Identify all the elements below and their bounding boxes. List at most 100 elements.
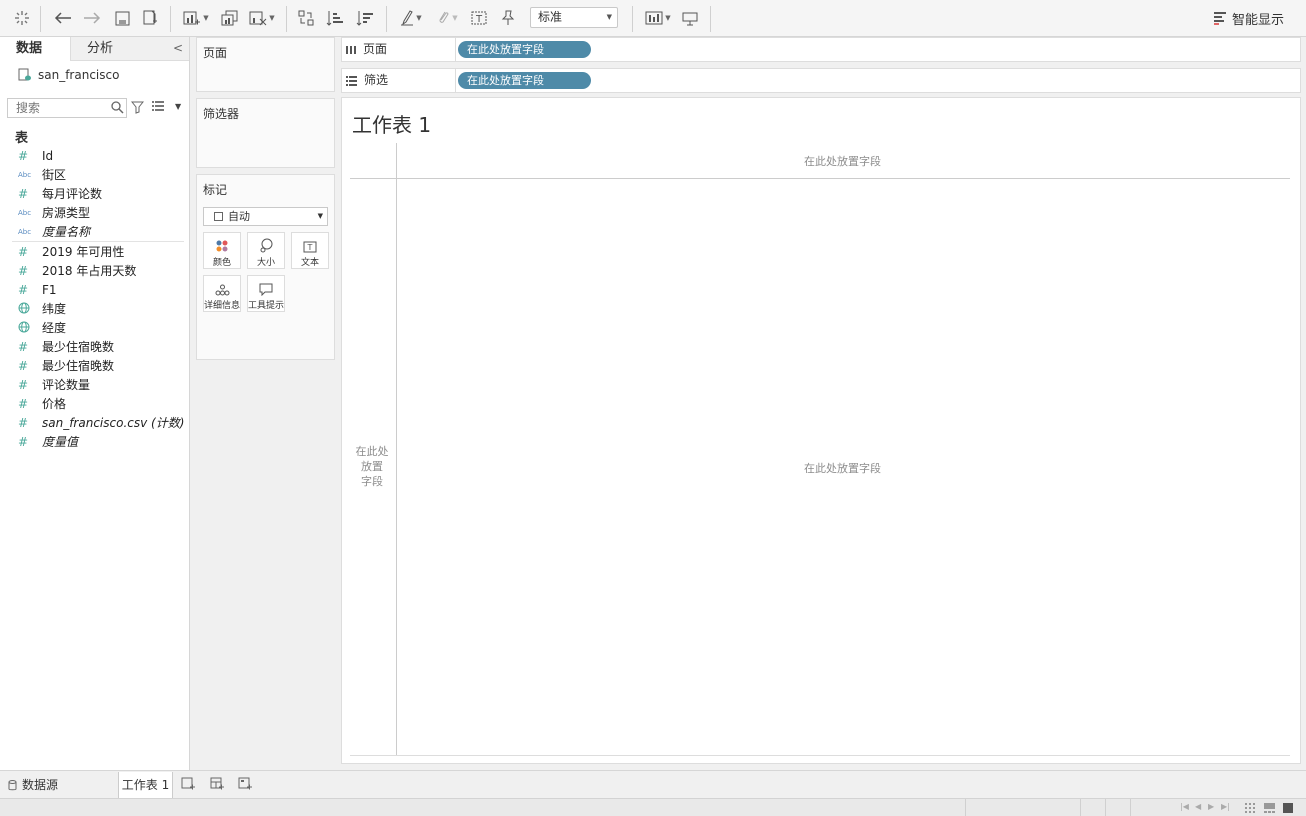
fix-axes-icon[interactable]: T: [468, 6, 490, 30]
field-item[interactable]: # 价格: [0, 394, 190, 413]
mark-type-value: 自动: [228, 210, 250, 223]
rows-drop-pill[interactable]: 在此处放置字段: [458, 72, 591, 89]
cards-column: 页面 筛选器 标记 自动 ▼ 颜色 大小 T 文本 详细信息 工具提示: [190, 37, 340, 770]
field-item[interactable]: Abc 房源类型: [0, 203, 190, 222]
new-dashboard-icon[interactable]: [210, 776, 225, 791]
add-datasource-icon[interactable]: [140, 6, 160, 30]
field-item[interactable]: 纬度: [0, 299, 190, 318]
field-item[interactable]: # Id: [0, 146, 190, 165]
sheet-title[interactable]: 工作表 1: [352, 109, 431, 138]
tooltip-button[interactable]: 工具提示: [247, 275, 285, 312]
field-item[interactable]: # san_francisco.csv (计数): [0, 413, 190, 432]
columns-drop-pill[interactable]: 在此处放置字段: [458, 41, 591, 58]
datasource-item[interactable]: san_francisco: [0, 61, 189, 89]
save-icon[interactable]: [112, 6, 132, 30]
field-label: 最少住宿晚数: [42, 340, 115, 354]
tab-sheet-1[interactable]: 工作表 1: [118, 772, 173, 798]
filters-card[interactable]: 筛选器: [196, 98, 335, 168]
number-type-icon: #: [18, 186, 29, 201]
marks-card: 标记 自动 ▼ 颜色 大小 T 文本 详细信息 工具提示: [196, 174, 335, 360]
datasource-icon: [18, 68, 31, 81]
new-worksheet-icon[interactable]: ▼: [180, 6, 212, 30]
next-sheet-icon[interactable]: ▶: [1208, 802, 1214, 811]
clear-sheet-icon[interactable]: ▼: [246, 6, 278, 30]
globe-icon: [18, 321, 42, 335]
sort-ascending-icon[interactable]: [324, 6, 346, 30]
tab-datasource[interactable]: 数据源: [0, 772, 118, 798]
columns-shelf-label: 页面: [363, 42, 388, 56]
number-type-icon: #: [18, 263, 29, 278]
field-item[interactable]: 经度: [0, 318, 190, 337]
search-icon[interactable]: [111, 101, 124, 114]
status-bar: |◀ ◀ ▶ ▶|: [0, 798, 1306, 816]
field-label: 2018 年占用天数: [42, 264, 137, 278]
size-button[interactable]: 大小: [247, 232, 285, 269]
size-label: 大小: [256, 258, 275, 268]
swap-icon[interactable]: [296, 6, 316, 30]
field-label: 最少住宿晚数: [42, 359, 115, 373]
chevron-down-icon: ▼: [317, 212, 323, 220]
fit-dropdown[interactable]: 标准 ▼: [530, 7, 618, 28]
first-sheet-icon[interactable]: |◀: [1180, 802, 1189, 811]
field-item[interactable]: Abc 度量名称: [0, 222, 190, 241]
annotate-icon[interactable]: ▼: [432, 6, 462, 30]
filter-icon[interactable]: [131, 101, 144, 114]
field-item[interactable]: # 评论数量: [0, 375, 190, 394]
field-item[interactable]: #2018 年占用天数: [0, 261, 190, 280]
field-label: Id: [42, 148, 54, 163]
last-sheet-icon[interactable]: ▶|: [1221, 802, 1230, 811]
prev-sheet-icon[interactable]: ◀: [1195, 802, 1201, 811]
sheet-sorter-icon[interactable]: [1245, 803, 1255, 813]
toolbar: ▼ ▼ ▼ ▼ T 标准 ▼ ▼ 智能显示: [0, 0, 1306, 37]
card-view-icon[interactable]: ▼: [642, 6, 674, 30]
detail-button[interactable]: 详细信息: [203, 275, 241, 312]
field-item[interactable]: Abc 街区: [0, 165, 190, 184]
filmstrip-icon[interactable]: [1264, 803, 1275, 813]
highlight-icon[interactable]: ▼: [396, 6, 426, 30]
new-worksheet-icon[interactable]: [181, 776, 196, 791]
field-item[interactable]: # F1: [0, 280, 190, 299]
tab-data[interactable]: 数据: [0, 37, 71, 61]
number-type-icon: #: [18, 396, 29, 411]
view-drop-zone[interactable]: 在此处放置字段: [804, 460, 881, 476]
color-button[interactable]: 颜色: [203, 232, 241, 269]
field-label: 经度: [42, 321, 67, 335]
search-input[interactable]: [7, 98, 127, 118]
pages-card[interactable]: 页面: [196, 37, 335, 92]
marks-card-title: 标记: [203, 183, 228, 197]
columns-shelf[interactable]: 页面 在此处放置字段: [341, 37, 1301, 62]
field-item[interactable]: # 每月评论数: [0, 184, 190, 203]
collapse-pane-icon[interactable]: <: [173, 41, 183, 55]
field-label: san_francisco.csv (计数): [42, 416, 185, 430]
tableau-logo-icon[interactable]: [12, 6, 32, 30]
number-type-icon: #: [18, 415, 29, 430]
view-canvas: 工作表 1 在此处放置字段 在此处 放置 字段 在此处放置字段: [341, 97, 1301, 764]
field-item[interactable]: # 度量值: [0, 432, 190, 451]
field-label: F1: [42, 282, 57, 297]
rows-shelf[interactable]: 筛选 在此处放置字段: [341, 68, 1301, 93]
rows-drop-zone[interactable]: 在此处 放置 字段: [354, 444, 390, 489]
mark-type-dropdown[interactable]: 自动 ▼: [203, 207, 328, 226]
text-label: 文本: [300, 258, 319, 268]
columns-drop-zone[interactable]: 在此处放置字段: [804, 153, 881, 169]
undo-icon[interactable]: [52, 6, 74, 30]
show-me-button[interactable]: 智能显示: [1213, 9, 1284, 28]
tab-analytics[interactable]: 分析: [71, 37, 142, 61]
presentation-icon[interactable]: [680, 6, 700, 30]
rows-shelf-label: 筛选: [364, 73, 389, 87]
duplicate-icon[interactable]: [218, 6, 240, 30]
tabs-view-icon[interactable]: [1283, 803, 1293, 813]
field-item[interactable]: #2019 年可用性: [0, 242, 190, 261]
redo-icon[interactable]: [81, 6, 103, 30]
text-button[interactable]: T 文本: [291, 232, 329, 269]
number-type-icon: #: [18, 358, 29, 373]
new-story-icon[interactable]: [238, 776, 253, 791]
sort-descending-icon[interactable]: [354, 6, 376, 30]
view-options-icon[interactable]: ▼: [152, 101, 181, 111]
field-item[interactable]: # 最少住宿晚数: [0, 356, 190, 375]
pin-icon[interactable]: [497, 6, 519, 30]
data-pane: 数据 分析 < san_francisco ▼ 表 # Id Abc 街区 # 每月评论数…: [0, 37, 190, 770]
detail-icon: [215, 284, 229, 296]
columns-icon: [346, 45, 356, 54]
field-item[interactable]: # 最少住宿晚数: [0, 337, 190, 356]
